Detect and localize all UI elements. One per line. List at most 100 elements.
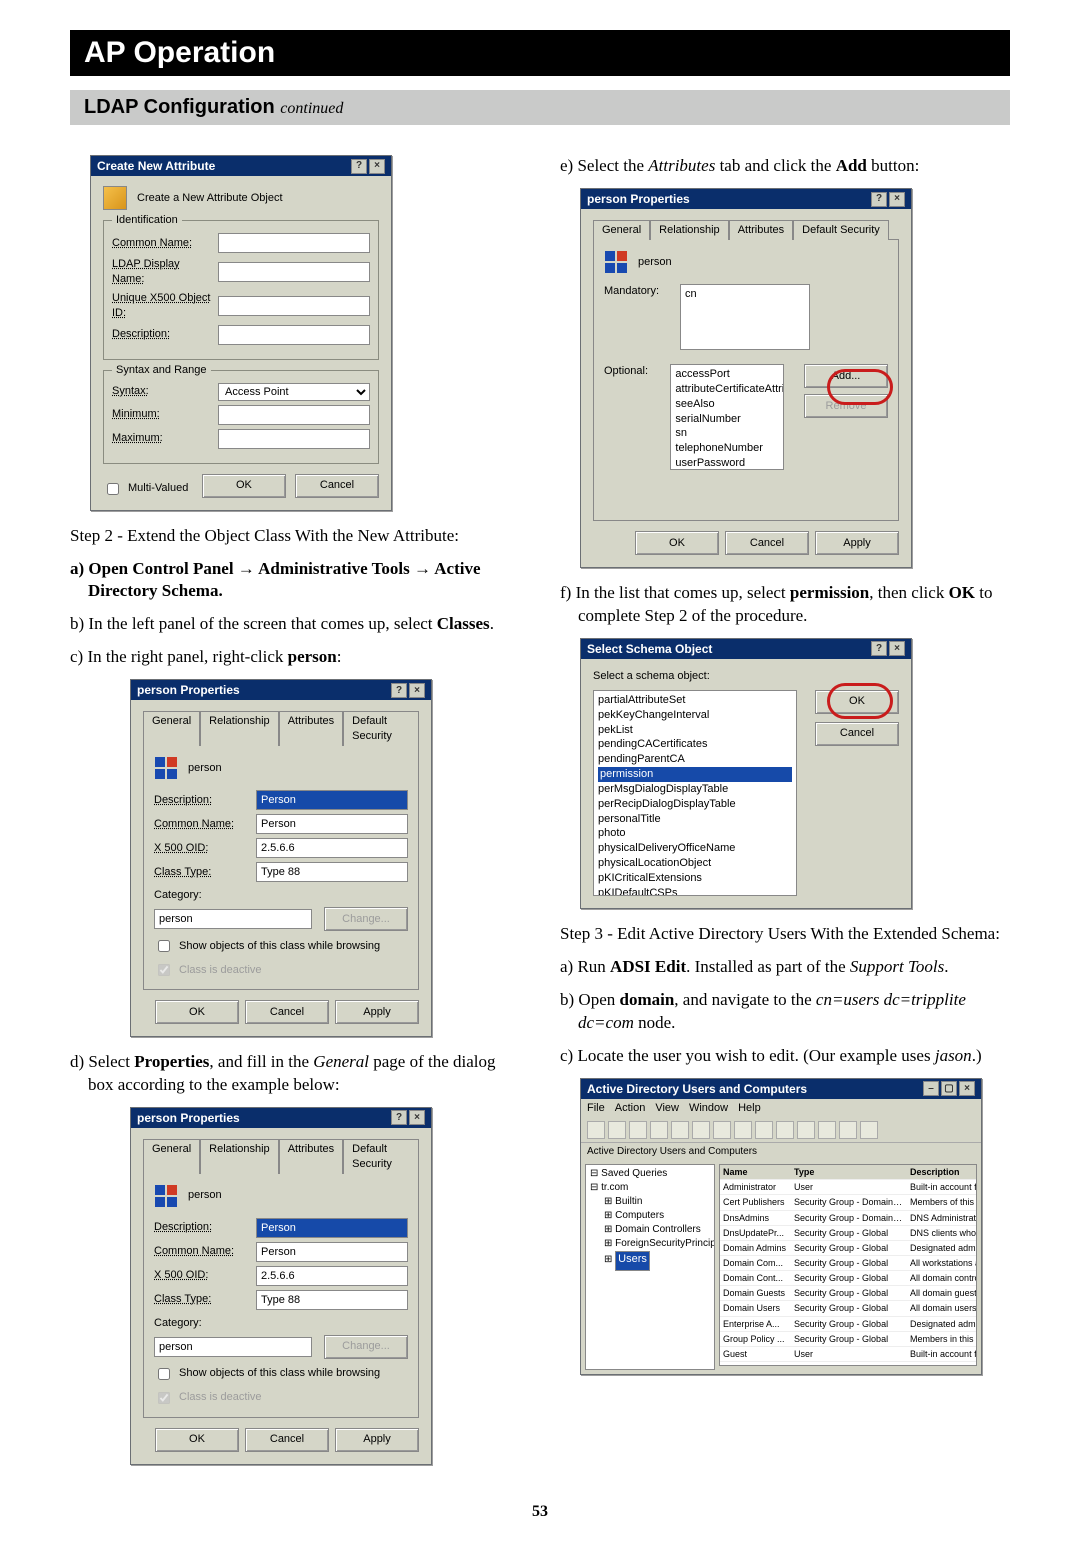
minimum-input[interactable] bbox=[218, 405, 370, 425]
description-input[interactable] bbox=[218, 325, 370, 345]
list-item[interactable]: pendingParentCA bbox=[598, 752, 792, 767]
minimize-icon[interactable]: – bbox=[923, 1081, 939, 1096]
list-item[interactable]: pKIDefaultCSPs bbox=[598, 886, 792, 896]
ok-button[interactable]: OK bbox=[155, 1000, 239, 1024]
list-item[interactable]: sn bbox=[675, 426, 779, 441]
x500-input[interactable] bbox=[256, 838, 408, 858]
list-item[interactable]: seeAlso bbox=[675, 397, 779, 412]
list-item[interactable]: telephoneNumber bbox=[675, 441, 779, 456]
table-row[interactable]: AdministratorUserBuilt-in account for ad… bbox=[720, 1180, 977, 1195]
table-row[interactable]: DnsAdminsSecurity Group - Domain Lo...DN… bbox=[720, 1210, 977, 1225]
list-item[interactable]: pekList bbox=[598, 723, 792, 738]
common-name-input[interactable] bbox=[256, 814, 408, 834]
x500-input[interactable] bbox=[256, 1266, 408, 1286]
close-icon[interactable]: × bbox=[889, 192, 905, 207]
toolbar-icon[interactable] bbox=[839, 1121, 857, 1139]
apply-button[interactable]: Apply bbox=[815, 531, 899, 555]
table-row[interactable]: IIS_WPGSecurity Group - Domain Lo...IIS … bbox=[720, 1361, 977, 1366]
help-icon[interactable]: ? bbox=[351, 159, 367, 174]
help-icon[interactable]: ? bbox=[871, 641, 887, 656]
table-row[interactable]: Enterprise A...Security Group - GlobalDe… bbox=[720, 1316, 977, 1331]
menu-item[interactable]: File bbox=[587, 1101, 605, 1116]
maximum-input[interactable] bbox=[218, 429, 370, 449]
ok-button[interactable]: OK bbox=[202, 474, 286, 498]
column-header[interactable]: Type bbox=[791, 1165, 907, 1180]
close-icon[interactable]: × bbox=[369, 159, 385, 174]
list-item[interactable]: personalTitle bbox=[598, 812, 792, 827]
table-row[interactable]: DnsUpdatePr...Security Group - GlobalDNS… bbox=[720, 1225, 977, 1240]
menu-item[interactable]: Help bbox=[738, 1101, 761, 1116]
toolbar-icon[interactable] bbox=[776, 1121, 794, 1139]
tab-general[interactable]: General bbox=[143, 1139, 200, 1174]
maximize-icon[interactable]: ▢ bbox=[941, 1081, 957, 1096]
x500-input[interactable] bbox=[218, 296, 370, 316]
apply-button[interactable]: Apply bbox=[335, 1000, 419, 1024]
mandatory-list[interactable]: cn bbox=[680, 284, 810, 350]
show-objects-checkbox[interactable]: Show objects of this class while browsin… bbox=[154, 1365, 408, 1383]
list-item[interactable]: pKICriticalExtensions bbox=[598, 871, 792, 886]
tab-attributes[interactable]: Attributes bbox=[279, 1139, 343, 1174]
category-input[interactable] bbox=[154, 1337, 312, 1357]
table-row[interactable]: Domain Com...Security Group - GlobalAll … bbox=[720, 1255, 977, 1270]
help-icon[interactable]: ? bbox=[391, 683, 407, 698]
ldap-name-input[interactable] bbox=[218, 262, 370, 282]
menu-item[interactable]: Window bbox=[689, 1101, 728, 1116]
toolbar-icon[interactable] bbox=[755, 1121, 773, 1139]
list-item[interactable]: physicalLocationObject bbox=[598, 856, 792, 871]
classtype-input[interactable] bbox=[256, 1290, 408, 1310]
cancel-button[interactable]: Cancel bbox=[725, 531, 809, 555]
cancel-button[interactable]: Cancel bbox=[245, 1000, 329, 1024]
toolbar-icon[interactable] bbox=[692, 1121, 710, 1139]
apply-button[interactable]: Apply bbox=[335, 1428, 419, 1452]
list-item[interactable]: perMsgDialogDisplayTable bbox=[598, 782, 792, 797]
table-row[interactable]: Domain AdminsSecurity Group - GlobalDesi… bbox=[720, 1240, 977, 1255]
tree-node[interactable]: ⊞ Builtin bbox=[590, 1195, 710, 1209]
syntax-select[interactable]: Access Point bbox=[218, 383, 370, 401]
tree-node[interactable]: ⊞ Users bbox=[590, 1251, 710, 1271]
tree-node[interactable]: ⊞ ForeignSecurityPrincipals bbox=[590, 1237, 710, 1251]
multi-valued-checkbox[interactable]: Multi-Valued bbox=[103, 480, 188, 498]
list-panel[interactable]: NameTypeDescriptionAdministratorUserBuil… bbox=[719, 1164, 977, 1366]
toolbar-icon[interactable] bbox=[860, 1121, 878, 1139]
list-item[interactable]: permission bbox=[598, 767, 792, 782]
tab-default-security[interactable]: Default Security bbox=[343, 1139, 419, 1174]
tree-node[interactable]: ⊞ Domain Controllers bbox=[590, 1223, 710, 1237]
help-icon[interactable]: ? bbox=[391, 1110, 407, 1125]
list-item[interactable]: attributeCertificateAttribute bbox=[675, 382, 779, 397]
list-item[interactable]: accessPort bbox=[675, 367, 779, 382]
list-item[interactable]: partialAttributeSet bbox=[598, 693, 792, 708]
table-row[interactable]: Domain GuestsSecurity Group - GlobalAll … bbox=[720, 1286, 977, 1301]
list-item[interactable]: perRecipDialogDisplayTable bbox=[598, 797, 792, 812]
tab-relationship[interactable]: Relationship bbox=[200, 1139, 279, 1174]
toolbar-icon[interactable] bbox=[818, 1121, 836, 1139]
ok-button[interactable]: OK bbox=[155, 1428, 239, 1452]
common-name-input[interactable] bbox=[218, 233, 370, 253]
tab-attributes[interactable]: Attributes bbox=[729, 220, 793, 240]
toolbar-icon[interactable] bbox=[650, 1121, 668, 1139]
toolbar-icon[interactable] bbox=[713, 1121, 731, 1139]
toolbar-icon[interactable] bbox=[608, 1121, 626, 1139]
common-name-input[interactable] bbox=[256, 1242, 408, 1262]
table-row[interactable]: GuestUserBuilt-in account for guest acce… bbox=[720, 1346, 977, 1361]
tab-default-security[interactable]: Default Security bbox=[343, 711, 419, 746]
close-icon[interactable]: × bbox=[889, 641, 905, 656]
menu-item[interactable]: View bbox=[655, 1101, 679, 1116]
list-item[interactable]: pendingCACertificates bbox=[598, 737, 792, 752]
list-item[interactable]: photo bbox=[598, 826, 792, 841]
list-item[interactable]: pekKeyChangeInterval bbox=[598, 708, 792, 723]
show-objects-checkbox[interactable]: Show objects of this class while browsin… bbox=[154, 937, 408, 955]
tab-default-security[interactable]: Default Security bbox=[793, 220, 889, 240]
table-row[interactable]: Domain Cont...Security Group - GlobalAll… bbox=[720, 1271, 977, 1286]
table-row[interactable]: Cert PublishersSecurity Group - Domain L… bbox=[720, 1195, 977, 1210]
column-header[interactable]: Description bbox=[907, 1165, 977, 1180]
cancel-button[interactable]: Cancel bbox=[815, 722, 899, 746]
toolbar-icon[interactable] bbox=[734, 1121, 752, 1139]
tree-node[interactable]: ⊞ Computers bbox=[590, 1209, 710, 1223]
schema-list[interactable]: partialAttributeSetpekKeyChangeIntervalp… bbox=[593, 690, 797, 896]
tab-relationship[interactable]: Relationship bbox=[650, 220, 729, 240]
tab-general[interactable]: General bbox=[143, 711, 200, 746]
list-item[interactable]: cn bbox=[685, 287, 805, 302]
optional-list[interactable]: accessPortattributeCertificateAttributes… bbox=[670, 364, 784, 470]
tab-general[interactable]: General bbox=[593, 220, 650, 240]
list-item[interactable]: serialNumber bbox=[675, 412, 779, 427]
